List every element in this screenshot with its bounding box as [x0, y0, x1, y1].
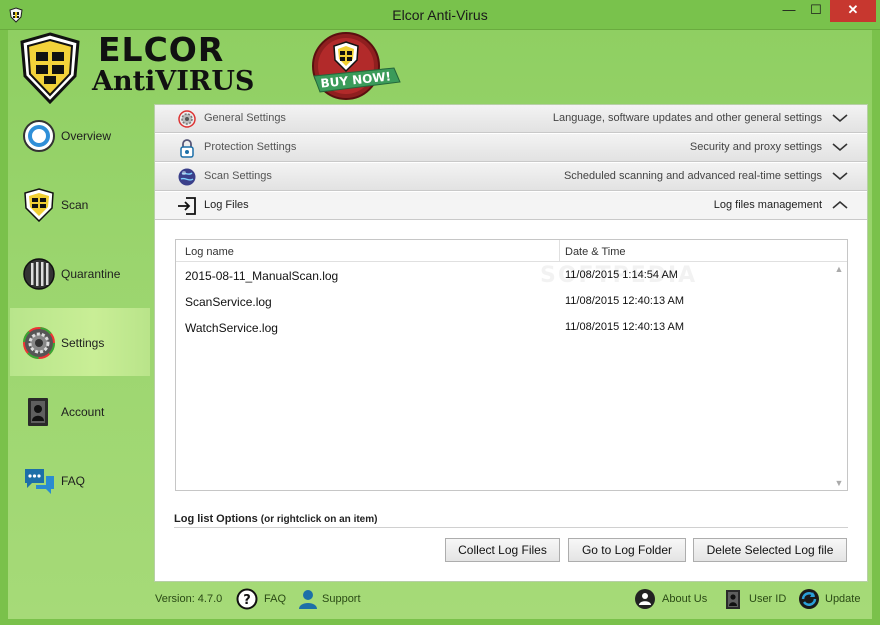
sidebar-item-account[interactable]: Account — [10, 377, 150, 445]
chevron-down-icon — [832, 172, 848, 181]
accordion-description: Log files management — [713, 199, 822, 211]
user-id-icon[interactable] — [722, 588, 744, 610]
accordion-description: Security and proxy settings — [689, 141, 822, 153]
scroll-down-arrow-icon[interactable]: ▼ — [834, 478, 844, 488]
overview-icon — [23, 120, 55, 152]
support-person-icon[interactable] — [297, 588, 319, 610]
log-name-cell: ScanService.log — [185, 295, 272, 309]
buy-now-badge[interactable]: BUY NOW! — [308, 30, 404, 104]
accordion-title: General Settings — [204, 112, 286, 124]
maximize-button[interactable]: ☐ — [803, 0, 829, 22]
gear-icon — [23, 327, 55, 359]
log-datetime-cell: 11/08/2015 12:40:13 AM — [565, 295, 685, 307]
table-row[interactable]: 2015-08-11_ManualScan.log 11/08/2015 1:1… — [176, 264, 831, 288]
vertical-scrollbar[interactable]: ▲ ▼ — [831, 262, 847, 490]
log-options-label: Log list Options — [174, 513, 258, 525]
sidebar-item-label: Overview — [61, 129, 112, 143]
sidebar-item-label: Account — [61, 405, 105, 419]
svg-text:?: ? — [243, 593, 251, 608]
accordion-description: Language, software updates and other gen… — [552, 112, 822, 124]
go-to-log-folder-button[interactable]: Go to Log Folder — [568, 538, 686, 562]
sidebar-item-label: Settings — [61, 336, 105, 350]
accordion-general-settings[interactable]: General Settings Language, software upda… — [155, 105, 867, 133]
sidebar-item-label: Scan — [61, 198, 89, 212]
chevron-down-icon — [832, 114, 848, 123]
chevron-down-icon — [832, 143, 848, 152]
sidebar-item-faq[interactable]: FAQ — [10, 446, 150, 514]
window-title: Elcor Anti-Virus — [392, 7, 488, 23]
scan-shield-icon — [24, 188, 54, 222]
table-header: Log name Date & Time — [176, 240, 847, 262]
footer-about-link[interactable]: About Us — [662, 593, 707, 605]
question-icon[interactable]: ? — [236, 588, 258, 610]
column-divider[interactable] — [559, 240, 560, 262]
log-name-cell: WatchService.log — [185, 321, 278, 335]
brand-product: AntiVIRUS — [92, 66, 255, 97]
scroll-up-arrow-icon[interactable]: ▲ — [834, 264, 844, 274]
elcor-shield-logo-icon — [20, 32, 80, 104]
column-header-date-time[interactable]: Date & Time — [565, 246, 626, 258]
general-settings-gear-icon — [178, 110, 196, 128]
brand-name: ELCOR — [98, 30, 225, 69]
footer-update-link[interactable]: Update — [825, 593, 860, 605]
footer-user-id-link[interactable]: User ID — [749, 593, 786, 605]
collect-log-files-button[interactable]: Collect Log Files — [445, 538, 560, 562]
sidebar-nav: Overview Scan Quarantine Settings Accoun… — [10, 101, 150, 581]
close-button[interactable]: ✕ — [830, 0, 876, 22]
chevron-up-icon — [832, 200, 848, 209]
footer-faq-link[interactable]: FAQ — [264, 593, 286, 605]
accordion-protection-settings[interactable]: Protection Settings Security and proxy s… — [155, 134, 867, 162]
softpedia-watermark: SOFTPEDIA — [540, 263, 698, 288]
accordion-title: Protection Settings — [204, 141, 297, 153]
column-header-log-name[interactable]: Log name — [185, 246, 234, 258]
log-files-table[interactable]: Log name Date & Time 2015-08-11_ManualSc… — [175, 239, 848, 491]
accordion-scan-settings[interactable]: Scan Settings Scheduled scanning and adv… — [155, 163, 867, 191]
chat-bubbles-icon — [25, 469, 54, 494]
title-bar: Elcor Anti-Virus — ☐ ✕ — [0, 0, 880, 30]
sidebar-item-quarantine[interactable]: Quarantine — [10, 239, 150, 307]
table-row[interactable]: ScanService.log 11/08/2015 12:40:13 AM — [176, 290, 831, 314]
log-options-title: Log list Options (or rightclick on an it… — [174, 513, 377, 525]
frame-border-left — [0, 30, 8, 625]
accordion-title: Scan Settings — [204, 170, 272, 182]
sidebar-item-overview[interactable]: Overview — [10, 101, 150, 169]
frame-border-right — [872, 30, 880, 625]
sidebar-item-scan[interactable]: Scan — [10, 170, 150, 238]
accordion-title: Log Files — [204, 199, 249, 211]
log-in-arrow-icon — [178, 197, 196, 215]
account-icon — [28, 398, 48, 426]
log-name-cell: 2015-08-11_ManualScan.log — [185, 269, 339, 283]
minimize-button[interactable]: — — [776, 0, 802, 22]
delete-selected-log-button[interactable]: Delete Selected Log file — [693, 538, 847, 562]
options-divider — [174, 527, 848, 528]
about-us-icon[interactable] — [634, 588, 656, 610]
quarantine-icon — [23, 258, 55, 290]
padlock-icon — [180, 139, 194, 158]
accordion-description: Scheduled scanning and advanced real-tim… — [563, 170, 822, 182]
version-label: Version: 4.7.0 — [155, 593, 223, 605]
log-datetime-cell: 11/08/2015 12:40:13 AM — [565, 321, 685, 333]
update-refresh-icon[interactable] — [798, 588, 820, 610]
sidebar-item-settings[interactable]: Settings — [10, 308, 150, 376]
settings-panel: General Settings Language, software upda… — [154, 104, 868, 582]
globe-scan-icon — [178, 168, 196, 186]
log-options-hint: (or rightclick on an item) — [260, 514, 378, 525]
footer-support-link[interactable]: Support — [322, 593, 361, 605]
accordion-log-files[interactable]: Log Files Log files management — [155, 192, 867, 220]
frame-border-bottom — [0, 619, 880, 625]
table-row[interactable]: WatchService.log 11/08/2015 12:40:13 AM — [176, 316, 831, 340]
sidebar-item-label: FAQ — [61, 474, 86, 488]
sidebar-item-label: Quarantine — [61, 267, 121, 281]
